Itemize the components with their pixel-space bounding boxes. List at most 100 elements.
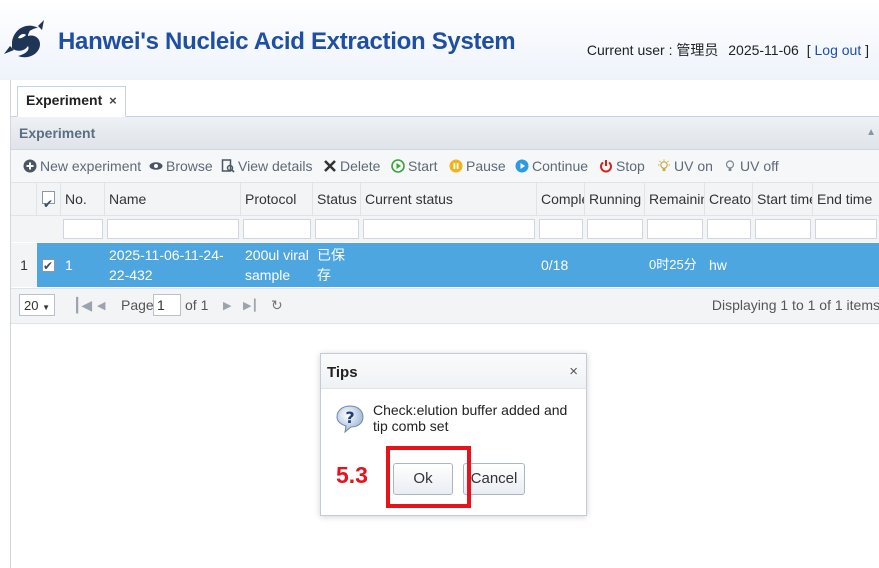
refresh-icon[interactable]: ↻: [271, 297, 283, 314]
col-end-time[interactable]: End time: [813, 183, 879, 215]
page-size-value: 20: [24, 298, 39, 313]
cell-complete: 0/18: [541, 257, 569, 273]
col-current-status[interactable]: Current status: [361, 183, 537, 215]
col-complete[interactable]: Comple: [537, 183, 585, 215]
table-row[interactable]: 1 1 2025-11-06-11-24-22-432 200ul viral …: [11, 243, 879, 287]
cell-no: 1: [65, 257, 73, 273]
col-protocol[interactable]: Protocol: [241, 183, 313, 215]
last-page-icon[interactable]: ▶┃: [243, 299, 258, 312]
delete-button[interactable]: Delete: [323, 158, 380, 176]
uv-off-button[interactable]: UV off: [723, 158, 779, 176]
cancel-button[interactable]: Cancel: [463, 463, 525, 495]
uv-on-button[interactable]: UV on: [657, 158, 713, 176]
chevron-down-icon: ▼: [42, 303, 51, 312]
panel-header: Experiment ▲: [11, 117, 879, 150]
col-status[interactable]: Status: [313, 183, 361, 215]
filter-running-input[interactable]: [587, 219, 643, 239]
cell-protocol: 200ul viral sample: [245, 247, 309, 283]
cell-remaining: 0时25分: [649, 257, 697, 272]
col-name[interactable]: Name: [105, 183, 241, 215]
svg-text:?: ?: [345, 408, 354, 427]
filter-complete-input[interactable]: [539, 219, 583, 239]
dialog-header: Tips ×: [321, 354, 586, 389]
row-number: 1: [11, 243, 37, 287]
col-no[interactable]: No.: [61, 183, 105, 215]
prev-page-icon[interactable]: ◀: [97, 299, 105, 312]
continue-button[interactable]: Continue: [515, 158, 588, 176]
col-remaining-time[interactable]: Remainin: [645, 183, 705, 215]
new-experiment-label: New experiment: [40, 158, 142, 174]
row-select-cell[interactable]: [37, 243, 61, 287]
cell-current-status: [361, 243, 537, 287]
panel-title: Experiment: [19, 125, 96, 141]
bracket-open: [: [806, 42, 811, 58]
uv-off-label: UV off: [740, 158, 779, 174]
step-highlight-box: [386, 446, 471, 508]
col-running-time[interactable]: Running t: [585, 183, 645, 215]
view-details-button[interactable]: View details: [221, 158, 312, 176]
play-circle-green-icon: [391, 159, 405, 173]
power-icon: [600, 160, 612, 173]
tab-experiment-label: Experiment: [26, 92, 103, 108]
filter-creator-input[interactable]: [707, 219, 751, 239]
filter-protocol-input[interactable]: [243, 219, 311, 239]
x-delete-icon: [324, 160, 336, 172]
grid-header-row: No. Name Protocol Status Current status …: [11, 182, 879, 215]
page-label: Page: [121, 297, 154, 313]
pause-button[interactable]: Pause: [449, 158, 506, 176]
next-page-icon[interactable]: ▶: [223, 299, 231, 312]
page-of-label: of 1: [185, 297, 209, 313]
filter-name-input[interactable]: [107, 219, 239, 239]
tab-close-icon[interactable]: ×: [109, 93, 117, 108]
logout-link[interactable]: Log out: [815, 42, 862, 58]
app-title: Hanwei's Nucleic Acid Extraction System: [58, 28, 516, 55]
select-all-checkbox[interactable]: [42, 188, 55, 215]
filter-current-status-input[interactable]: [363, 219, 535, 239]
page-size-select[interactable]: 20 ▼: [19, 294, 55, 316]
browse-label: Browse: [166, 158, 213, 174]
pagination-bar: 20 ▼ ┃◀ ◀ Page 1 of 1 ▶ ▶┃ ↻ Displaying …: [11, 288, 879, 324]
new-experiment-button[interactable]: New experiment: [23, 158, 141, 176]
bulb-on-icon: [658, 159, 670, 171]
filter-remaining-input[interactable]: [647, 219, 703, 239]
cell-end-time: [813, 243, 879, 287]
col-start-time[interactable]: Start time: [753, 183, 813, 215]
display-info: Displaying 1 to 1 of 1 items: [711, 297, 879, 313]
first-page-icon[interactable]: ┃◀: [73, 297, 92, 314]
browse-button[interactable]: Browse: [149, 158, 213, 176]
cell-name: 2025-11-06-11-24-22-432: [109, 247, 224, 283]
page-number-input[interactable]: 1: [153, 294, 181, 316]
cell-status: 已保存: [317, 247, 345, 283]
fish-logo-icon: [4, 20, 44, 58]
current-date: 2025-11-06: [728, 42, 799, 58]
user-info: Current user : 管理员 2025-11-06 [ Log out …: [587, 40, 869, 60]
filter-end-input[interactable]: [815, 219, 877, 239]
tab-experiment[interactable]: Experiment ×: [17, 86, 126, 117]
current-user-label: Current user : 管理员: [586, 42, 719, 58]
filter-no-input[interactable]: [63, 219, 103, 239]
dialog-message: Check:elution buffer added and tip comb …: [373, 402, 568, 434]
toolbar: New experiment Browse View details Delet…: [11, 150, 879, 182]
document-search-icon: [221, 159, 235, 173]
start-button[interactable]: Start: [391, 158, 438, 176]
rownum-header: [11, 183, 37, 215]
delete-label: Delete: [340, 158, 381, 174]
stop-label: Stop: [616, 158, 645, 174]
tab-bar: Experiment ×: [11, 80, 879, 117]
filter-status-input[interactable]: [315, 219, 359, 239]
filter-start-input[interactable]: [755, 219, 811, 239]
row-checkbox[interactable]: [42, 256, 55, 276]
select-all-cell[interactable]: [37, 183, 61, 215]
close-icon[interactable]: ×: [569, 363, 578, 380]
start-label: Start: [408, 158, 438, 174]
app-header: Hanwei's Nucleic Acid Extraction System …: [0, 0, 879, 80]
plus-circle-icon: [23, 159, 37, 173]
col-creator[interactable]: Creator: [705, 183, 753, 215]
stop-button[interactable]: Stop: [599, 158, 645, 176]
question-icon: ?: [336, 405, 364, 434]
continue-label: Continue: [532, 158, 589, 174]
uv-on-label: UV on: [674, 158, 713, 174]
view-details-label: View details: [238, 158, 313, 174]
collapse-icon[interactable]: ▲: [866, 127, 876, 138]
bulb-off-icon: [725, 160, 735, 171]
